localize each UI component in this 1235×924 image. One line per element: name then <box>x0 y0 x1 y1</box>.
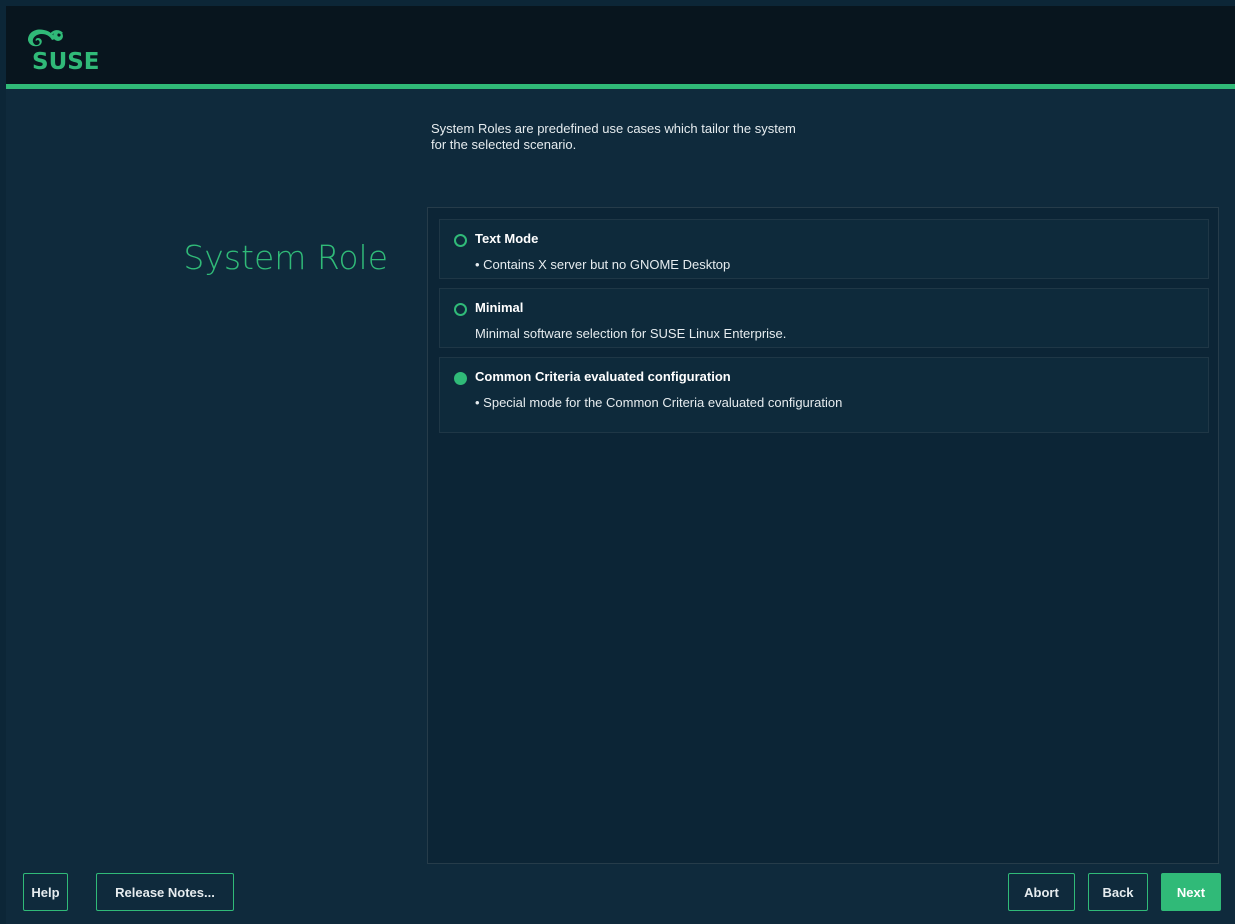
header-bar <box>6 6 1235 84</box>
page-description: System Roles are predefined use cases wh… <box>431 121 871 153</box>
radio-checked-icon[interactable] <box>454 372 467 385</box>
help-button[interactable]: Help <box>23 873 68 911</box>
role-option-common-criteria[interactable]: Common Criteria evaluated configuration … <box>439 357 1209 433</box>
role-description: • Special mode for the Common Criteria e… <box>475 395 843 410</box>
role-label: Common Criteria evaluated configuration <box>475 369 731 384</box>
page-title: System Role <box>183 238 388 277</box>
logo-text: SUSE <box>32 49 100 72</box>
radio-unchecked-icon[interactable] <box>454 234 467 247</box>
description-line-2: for the selected scenario. <box>431 137 577 152</box>
role-option-text-mode[interactable]: Text Mode • Contains X server but no GNO… <box>439 219 1209 279</box>
next-button[interactable]: Next <box>1161 873 1221 911</box>
radio-unchecked-icon[interactable] <box>454 303 467 316</box>
role-label: Text Mode <box>475 231 539 246</box>
back-button[interactable]: Back <box>1088 873 1148 911</box>
abort-button[interactable]: Abort <box>1008 873 1075 911</box>
role-description: Minimal software selection for SUSE Linu… <box>475 326 787 341</box>
role-description: • Contains X server but no GNOME Desktop <box>475 257 731 272</box>
description-line-1: System Roles are predefined use cases wh… <box>431 121 796 136</box>
role-label: Minimal <box>475 300 524 315</box>
role-option-minimal[interactable]: Minimal Minimal software selection for S… <box>439 288 1209 348</box>
release-notes-button[interactable]: Release Notes... <box>96 873 234 911</box>
suse-logo: SUSE <box>28 29 100 72</box>
